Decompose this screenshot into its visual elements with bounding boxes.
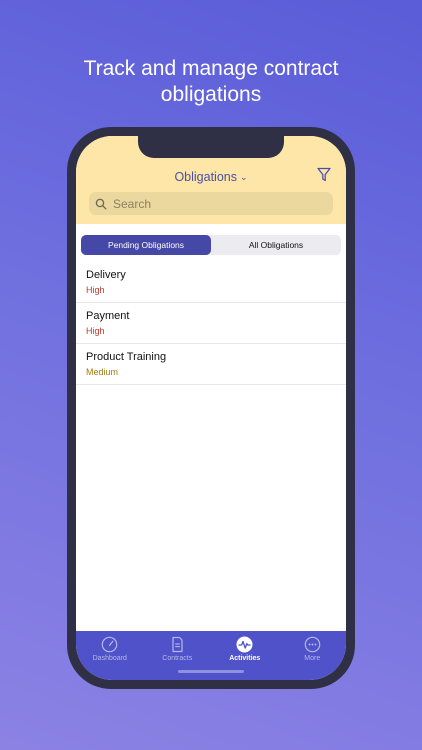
- search-input[interactable]: [111, 195, 315, 212]
- page-title: Obligations: [174, 170, 237, 184]
- tab-label: More: [304, 655, 321, 662]
- pulse-icon: [236, 636, 253, 653]
- obligation-name: Delivery: [86, 269, 126, 281]
- gauge-icon: [101, 636, 118, 653]
- more-icon: [304, 636, 321, 653]
- tab-label: Dashboard: [92, 655, 127, 662]
- list-item[interactable]: Payment High: [76, 303, 346, 344]
- tab-all-obligations[interactable]: All Obligations: [211, 235, 341, 255]
- segmented-control: Pending Obligations All Obligations: [81, 235, 341, 255]
- obligation-name: Product Training: [86, 351, 167, 363]
- home-indicator[interactable]: [178, 670, 244, 673]
- priority-label: High: [86, 326, 105, 336]
- phone-notch: [138, 136, 284, 158]
- tab-dashboard[interactable]: Dashboard: [76, 631, 144, 680]
- priority-label: Medium: [86, 367, 119, 377]
- obligations-list: Delivery High Payment High Product Train…: [76, 262, 346, 385]
- list-item[interactable]: Product Training Medium: [76, 344, 346, 385]
- tab-label: Activities: [229, 655, 261, 662]
- headline: Track and manage contract obligations: [0, 56, 422, 108]
- document-icon: [172, 636, 183, 653]
- phone-screen: Obligations⌄ Pending Obligations All Obl…: [76, 136, 346, 680]
- search-bar[interactable]: [89, 192, 333, 215]
- tab-pending-obligations[interactable]: Pending Obligations: [81, 235, 211, 255]
- headline-line-2: obligations: [160, 83, 262, 106]
- phone-frame: Obligations⌄ Pending Obligations All Obl…: [67, 127, 355, 689]
- content-area: Pending Obligations All Obligations Deli…: [76, 224, 346, 632]
- chevron-down-icon: ⌄: [240, 172, 248, 182]
- list-item[interactable]: Delivery High: [76, 262, 346, 303]
- filter-icon[interactable]: [317, 167, 331, 183]
- obligation-name: Payment: [86, 310, 130, 322]
- priority-label: High: [86, 285, 105, 295]
- tab-more[interactable]: More: [279, 631, 347, 680]
- search-icon: [95, 198, 107, 209]
- headline-line-1: Track and manage contract: [83, 57, 339, 80]
- title-dropdown[interactable]: Obligations ⌄: [76, 170, 346, 184]
- tab-label: Contracts: [162, 655, 193, 662]
